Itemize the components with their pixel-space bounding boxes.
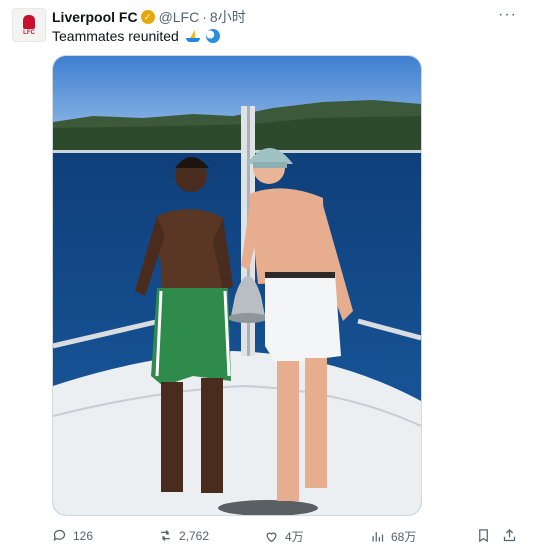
share-icon <box>503 528 516 542</box>
avatar-text: LFC <box>23 29 35 36</box>
tweet-text: Teammates reunited <box>52 27 220 45</box>
tweet-time[interactable]: 8小时 <box>210 8 246 26</box>
views-button[interactable]: 68万 <box>370 528 416 545</box>
more-options-button[interactable]: ··· <box>498 6 517 24</box>
verified-badge-icon: ✓ <box>140 10 155 24</box>
avatar[interactable]: LFC <box>12 8 46 42</box>
tweet-header: Liverpool FC ✓ @LFC · 8小时 <box>52 8 246 26</box>
like-button[interactable]: 4万 <box>264 528 304 545</box>
sailboat-emoji-icon <box>185 30 200 42</box>
reply-button[interactable]: 126 <box>52 528 93 543</box>
views-count: 68万 <box>391 530 417 544</box>
reply-icon <box>53 529 66 542</box>
author-name[interactable]: Liverpool FC <box>52 8 138 26</box>
like-icon <box>266 532 277 543</box>
like-count: 4万 <box>285 530 304 544</box>
bookmark-button[interactable] <box>476 528 497 543</box>
tweet-text-content: Teammates reunited <box>52 28 179 44</box>
share-button[interactable] <box>502 528 523 543</box>
views-icon <box>372 532 384 542</box>
retweet-icon <box>161 530 170 541</box>
bookmark-icon <box>479 529 488 543</box>
tweet-actions: 126 2,762 4万 68万 <box>52 528 522 544</box>
reply-count: 126 <box>73 528 94 543</box>
tweet-photo[interactable] <box>52 55 422 516</box>
separator: · <box>202 9 207 25</box>
retweet-count: 2,762 <box>179 528 210 543</box>
author-handle[interactable]: @LFC <box>159 8 200 26</box>
wave-emoji-icon <box>205 29 220 43</box>
liverbird-icon <box>23 14 35 29</box>
photo-illustration <box>53 56 421 515</box>
retweet-button[interactable]: 2,762 <box>158 528 209 543</box>
